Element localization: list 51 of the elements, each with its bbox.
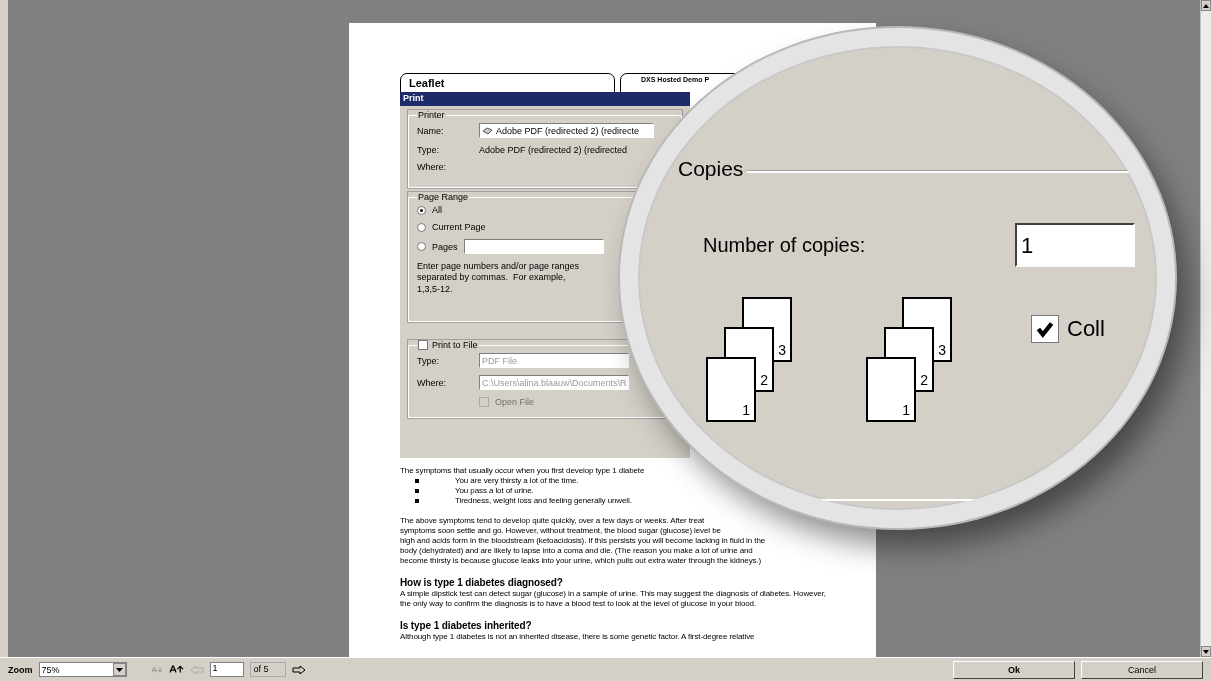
printer-select[interactable]: Adobe PDF (redirected 2) (redirecte	[479, 123, 654, 138]
scroll-down-icon[interactable]	[1201, 646, 1211, 657]
paragraph: A simple dipstick test can detect sugar (glucose) in a sample of urine. This may suggest the diagnosis of diabetes. However, the only way to confirm the diagnosis is to have a blood test to look at the level of glucose in your blood.	[400, 589, 827, 609]
list-item: Tiredness, weight loss and feeling generally unwell.	[455, 496, 632, 506]
section-heading: How is type 1 diabetes diagnosed?	[400, 576, 564, 589]
bullet-icon	[415, 489, 419, 493]
paragraph-line: The above symptoms tend to develop quite quickly, over a few days or weeks. After treat	[400, 516, 706, 526]
bullet-icon	[415, 479, 419, 483]
copies-input[interactable]: 1	[1015, 223, 1135, 267]
field-label: Type:	[417, 355, 440, 366]
hint-text: Enter page numbers and/or page ranges separated by commas. For example, 1,3,5-12.	[417, 261, 581, 295]
field-label: Name:	[417, 125, 445, 136]
checkbox[interactable]	[418, 340, 428, 350]
field-label: Where:	[417, 162, 447, 172]
field-label: Type:	[417, 145, 440, 155]
checkbox-label: Print to File	[432, 340, 478, 350]
checkbox[interactable]	[1031, 315, 1059, 343]
checkbox-label: Coll	[1067, 316, 1105, 342]
paragraph: Although type 1 diabetes is not an inherited disease, there is some genetic factor. A first-degree relative	[400, 632, 756, 642]
list-item: You pass a lot of urine.	[455, 486, 534, 496]
paragraph-line: body (dehydrated) and are likely to lapse into a coma and die. (The reason you make a lot of urine and	[400, 546, 754, 556]
dialog-button[interactable]: Cancel	[1081, 660, 1203, 679]
radio-label: Pages	[432, 241, 458, 252]
body-text: The symptoms that usually occur when you first develop type 1 diabete	[400, 466, 646, 476]
paragraph-line: high and acids form in the bloodstream (ketoacidosis). If this persists you will become lacking in fluid in the	[400, 536, 767, 546]
radio-button[interactable]	[417, 242, 426, 251]
section-heading: Is type 1 diabetes inherited?	[400, 619, 533, 632]
radio-button[interactable]	[417, 205, 426, 215]
group-legend: Printer	[417, 110, 446, 120]
dropdown-icon[interactable]	[112, 663, 126, 676]
field-label: Where:	[417, 377, 447, 388]
radio-button[interactable]	[417, 222, 426, 232]
dialog-button[interactable]: Ok	[953, 660, 1075, 679]
group-legend: Page Range	[417, 192, 470, 202]
paragraph-line: become thirsty is because glucose leaks into your urine, which pulls out extra water through the kidneys.)	[400, 556, 763, 566]
pages-input[interactable]	[463, 239, 604, 254]
page-count: of 5	[249, 662, 286, 677]
scroll-up-icon[interactable]	[1201, 0, 1211, 11]
bullet-icon	[415, 499, 419, 503]
dialog-title: Print	[400, 92, 690, 106]
field-value: Adobe PDF (redirected 2) (redirected	[479, 145, 628, 155]
zoom-select[interactable]: 75%	[38, 662, 127, 677]
zoom-label: Zoom	[8, 664, 33, 675]
radio-label: All	[432, 205, 442, 215]
radio-label: Current Page	[432, 222, 486, 232]
list-item: You are very thirsty a lot of the time.	[455, 476, 579, 486]
right-arrow-icon[interactable]	[291, 664, 306, 675]
page-input[interactable]: 1	[209, 662, 244, 677]
paragraph-line: symptoms soon settle and go. However, without treatment, the blood sugar (glucose) level be	[400, 526, 722, 536]
checkbox-label: Open File	[495, 397, 535, 407]
field-label: Number of copies:	[703, 233, 867, 257]
